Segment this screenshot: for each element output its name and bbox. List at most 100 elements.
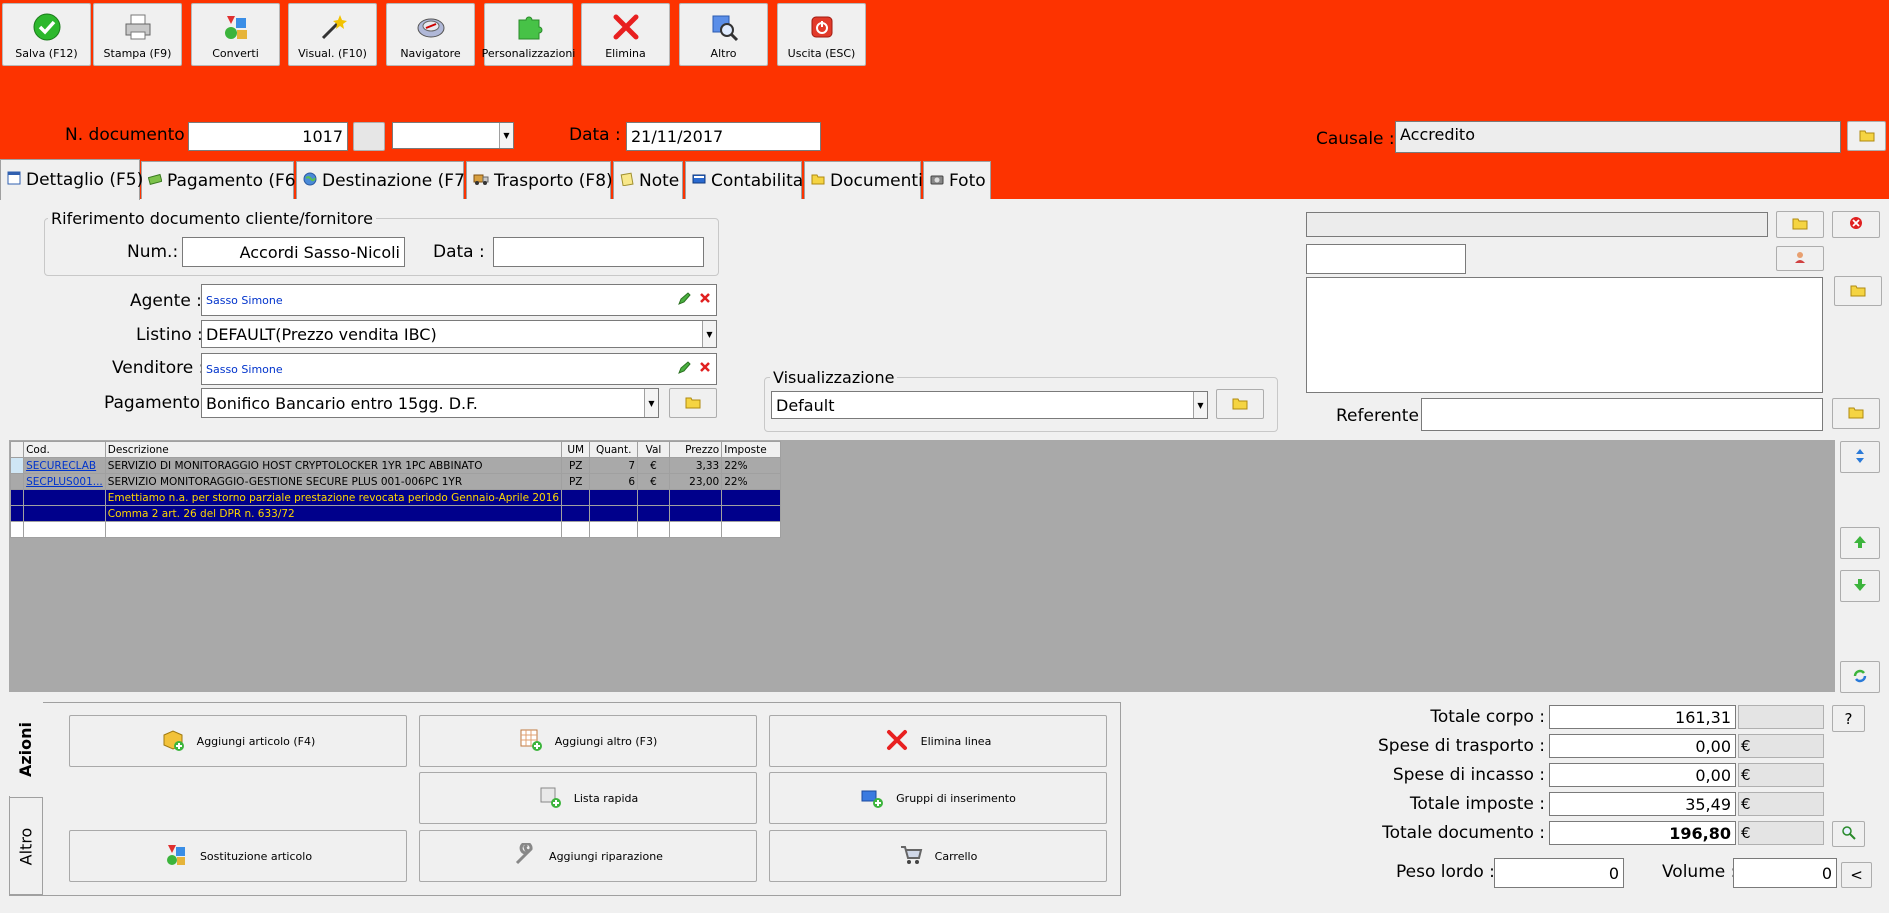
refresh-button[interactable] [1840, 661, 1880, 693]
help-button[interactable]: ? [1832, 705, 1865, 732]
doc-number-field[interactable]: 1017 [188, 122, 348, 151]
collapse-button[interactable]: < [1841, 862, 1872, 888]
quick-list-button[interactable]: Lista rapida [419, 772, 757, 824]
col-tax[interactable]: Imposte [721, 441, 781, 458]
tab-pagamento[interactable]: Pagamento (F6) [141, 161, 302, 199]
payment-folder-button[interactable] [669, 388, 717, 418]
table-row[interactable]: SECURECLAB SERVIZIO DI MONITORAGGIO HOST… [9, 457, 781, 474]
add-repair-button[interactable]: Aggiungi riparazione [419, 830, 757, 882]
replace-article-button[interactable]: Sostituzione articolo [69, 830, 407, 882]
currency-label: € [1738, 821, 1824, 845]
col-val[interactable]: Val [637, 441, 670, 458]
customer-address-area[interactable] [1306, 277, 1823, 393]
delete-line-button[interactable]: Elimina linea [769, 715, 1107, 767]
magnifier-icon [709, 12, 739, 42]
chevron-down-icon: ▼ [1193, 392, 1207, 418]
empty-row[interactable] [9, 521, 781, 538]
side-tab-azioni[interactable]: Azioni [9, 702, 43, 796]
note-icon [620, 171, 634, 191]
view-button[interactable]: Visual. (F10) [288, 3, 377, 66]
seller-field[interactable]: Sasso Simone [201, 353, 717, 385]
customer-folder-button[interactable] [1776, 211, 1824, 238]
clear-x-icon[interactable] [699, 292, 711, 307]
chevron-down-icon: ▼ [702, 321, 716, 347]
col-price[interactable]: Prezzo [668, 441, 723, 458]
col-code[interactable]: Cod. [23, 441, 106, 458]
tab-contabilita[interactable]: Contabilita' [685, 161, 808, 199]
note-row[interactable]: Comma 2 art. 26 del DPR n. 633/72 [9, 505, 781, 522]
pencil-icon[interactable] [677, 292, 691, 309]
currency-label: € [1738, 792, 1824, 816]
delete-button[interactable]: Elimina [581, 3, 670, 66]
causale-folder-button[interactable] [1847, 121, 1886, 151]
folder-icon [1792, 216, 1808, 233]
causale-field[interactable]: Accredito [1395, 121, 1841, 153]
transport-field[interactable]: 0,00 [1549, 734, 1736, 758]
tab-foto[interactable]: Foto [923, 161, 991, 199]
doc-series-select[interactable]: ▼ [392, 122, 514, 149]
side-tab-altro[interactable]: Altro [9, 797, 43, 895]
checkmark-icon [32, 12, 62, 42]
pencil-icon[interactable] [677, 361, 691, 378]
customer-code-field[interactable] [1306, 244, 1466, 274]
col-description[interactable]: Descrizione [104, 441, 563, 458]
tab-documenti[interactable]: Documenti [804, 161, 923, 199]
view-select[interactable]: Default ▼ [771, 391, 1208, 419]
ref-date-field[interactable] [493, 237, 704, 267]
cart-icon [899, 843, 923, 870]
tab-destinazione[interactable]: Destinazione (F7) [296, 161, 472, 199]
collection-field[interactable]: 0,00 [1549, 763, 1736, 787]
add-article-button[interactable]: Aggiungi articolo (F4) [69, 715, 407, 767]
save-button[interactable]: Salva (F12) [2, 3, 91, 66]
convert-shapes-icon [221, 12, 251, 42]
cart-button[interactable]: Carrello [769, 830, 1107, 882]
tab-note[interactable]: Note [613, 161, 683, 199]
tab-dettaglio[interactable]: Dettaglio (F5) [0, 159, 143, 200]
volume-label: Volume : [1662, 862, 1737, 882]
customize-button[interactable]: Personalizzazioni [482, 3, 575, 66]
referente-folder-button[interactable] [1832, 398, 1880, 429]
print-button[interactable]: Stampa (F9) [93, 3, 182, 66]
insert-groups-button[interactable]: Gruppi di inserimento [769, 772, 1107, 824]
referente-field[interactable] [1421, 398, 1823, 431]
clear-x-icon[interactable] [699, 361, 711, 376]
table-header-row: Cod. Descrizione UM Quant. Val Prezzo Im… [9, 441, 781, 458]
col-um[interactable]: UM [561, 441, 591, 458]
convert-button[interactable]: Converti [191, 3, 280, 66]
agent-label: Agente : [130, 291, 202, 311]
power-icon [807, 12, 837, 42]
doc-suffix-field[interactable] [353, 122, 385, 151]
zoom-button[interactable] [1832, 821, 1865, 847]
volume-field[interactable]: 0 [1733, 858, 1837, 888]
navigator-button[interactable]: Navigatore [386, 3, 475, 66]
red-circle-x-icon [1849, 216, 1863, 233]
payment-select[interactable]: Bonifico Bancario entro 15gg. D.F. ▼ [201, 388, 659, 418]
gross-weight-field[interactable]: 0 [1494, 858, 1624, 888]
customer-field[interactable] [1306, 212, 1768, 237]
move-top-button[interactable] [1840, 441, 1880, 473]
list-select[interactable]: DEFAULT(Prezzo vendita IBC) ▼ [201, 320, 717, 348]
date-label: Data : [569, 125, 621, 145]
currency-label: € [1738, 763, 1824, 787]
truck-icon [473, 171, 489, 191]
red-x-icon [611, 12, 641, 42]
add-other-button[interactable]: Aggiungi altro (F3) [419, 715, 757, 767]
table-row[interactable]: SECPLUS001... SERVIZIO MONITORAGGIO-GEST… [9, 473, 781, 490]
customer-remove-button[interactable] [1832, 211, 1880, 238]
book-icon [692, 171, 706, 191]
num-field[interactable]: Accordi Sasso-Nicoli [182, 237, 405, 267]
tab-trasporto[interactable]: Trasporto (F8) [466, 161, 613, 199]
exit-button[interactable]: Uscita (ESC) [777, 3, 866, 66]
note-row[interactable]: Emettiamo n.a. per storno parziale prest… [9, 489, 781, 506]
referente-label: Referente [1336, 406, 1419, 426]
move-up-button[interactable] [1840, 527, 1880, 559]
customer-contact-button[interactable] [1776, 246, 1824, 271]
agent-field[interactable]: Sasso Simone [201, 284, 717, 316]
col-qty[interactable]: Quant. [589, 441, 639, 458]
move-down-button[interactable] [1840, 570, 1880, 602]
view-folder-button[interactable] [1216, 389, 1264, 419]
address-folder-button[interactable] [1834, 276, 1882, 306]
other-button[interactable]: Altro [679, 3, 768, 66]
collection-label: Spese di incasso : [1392, 765, 1545, 785]
date-field[interactable]: 21/11/2017 [626, 122, 821, 151]
